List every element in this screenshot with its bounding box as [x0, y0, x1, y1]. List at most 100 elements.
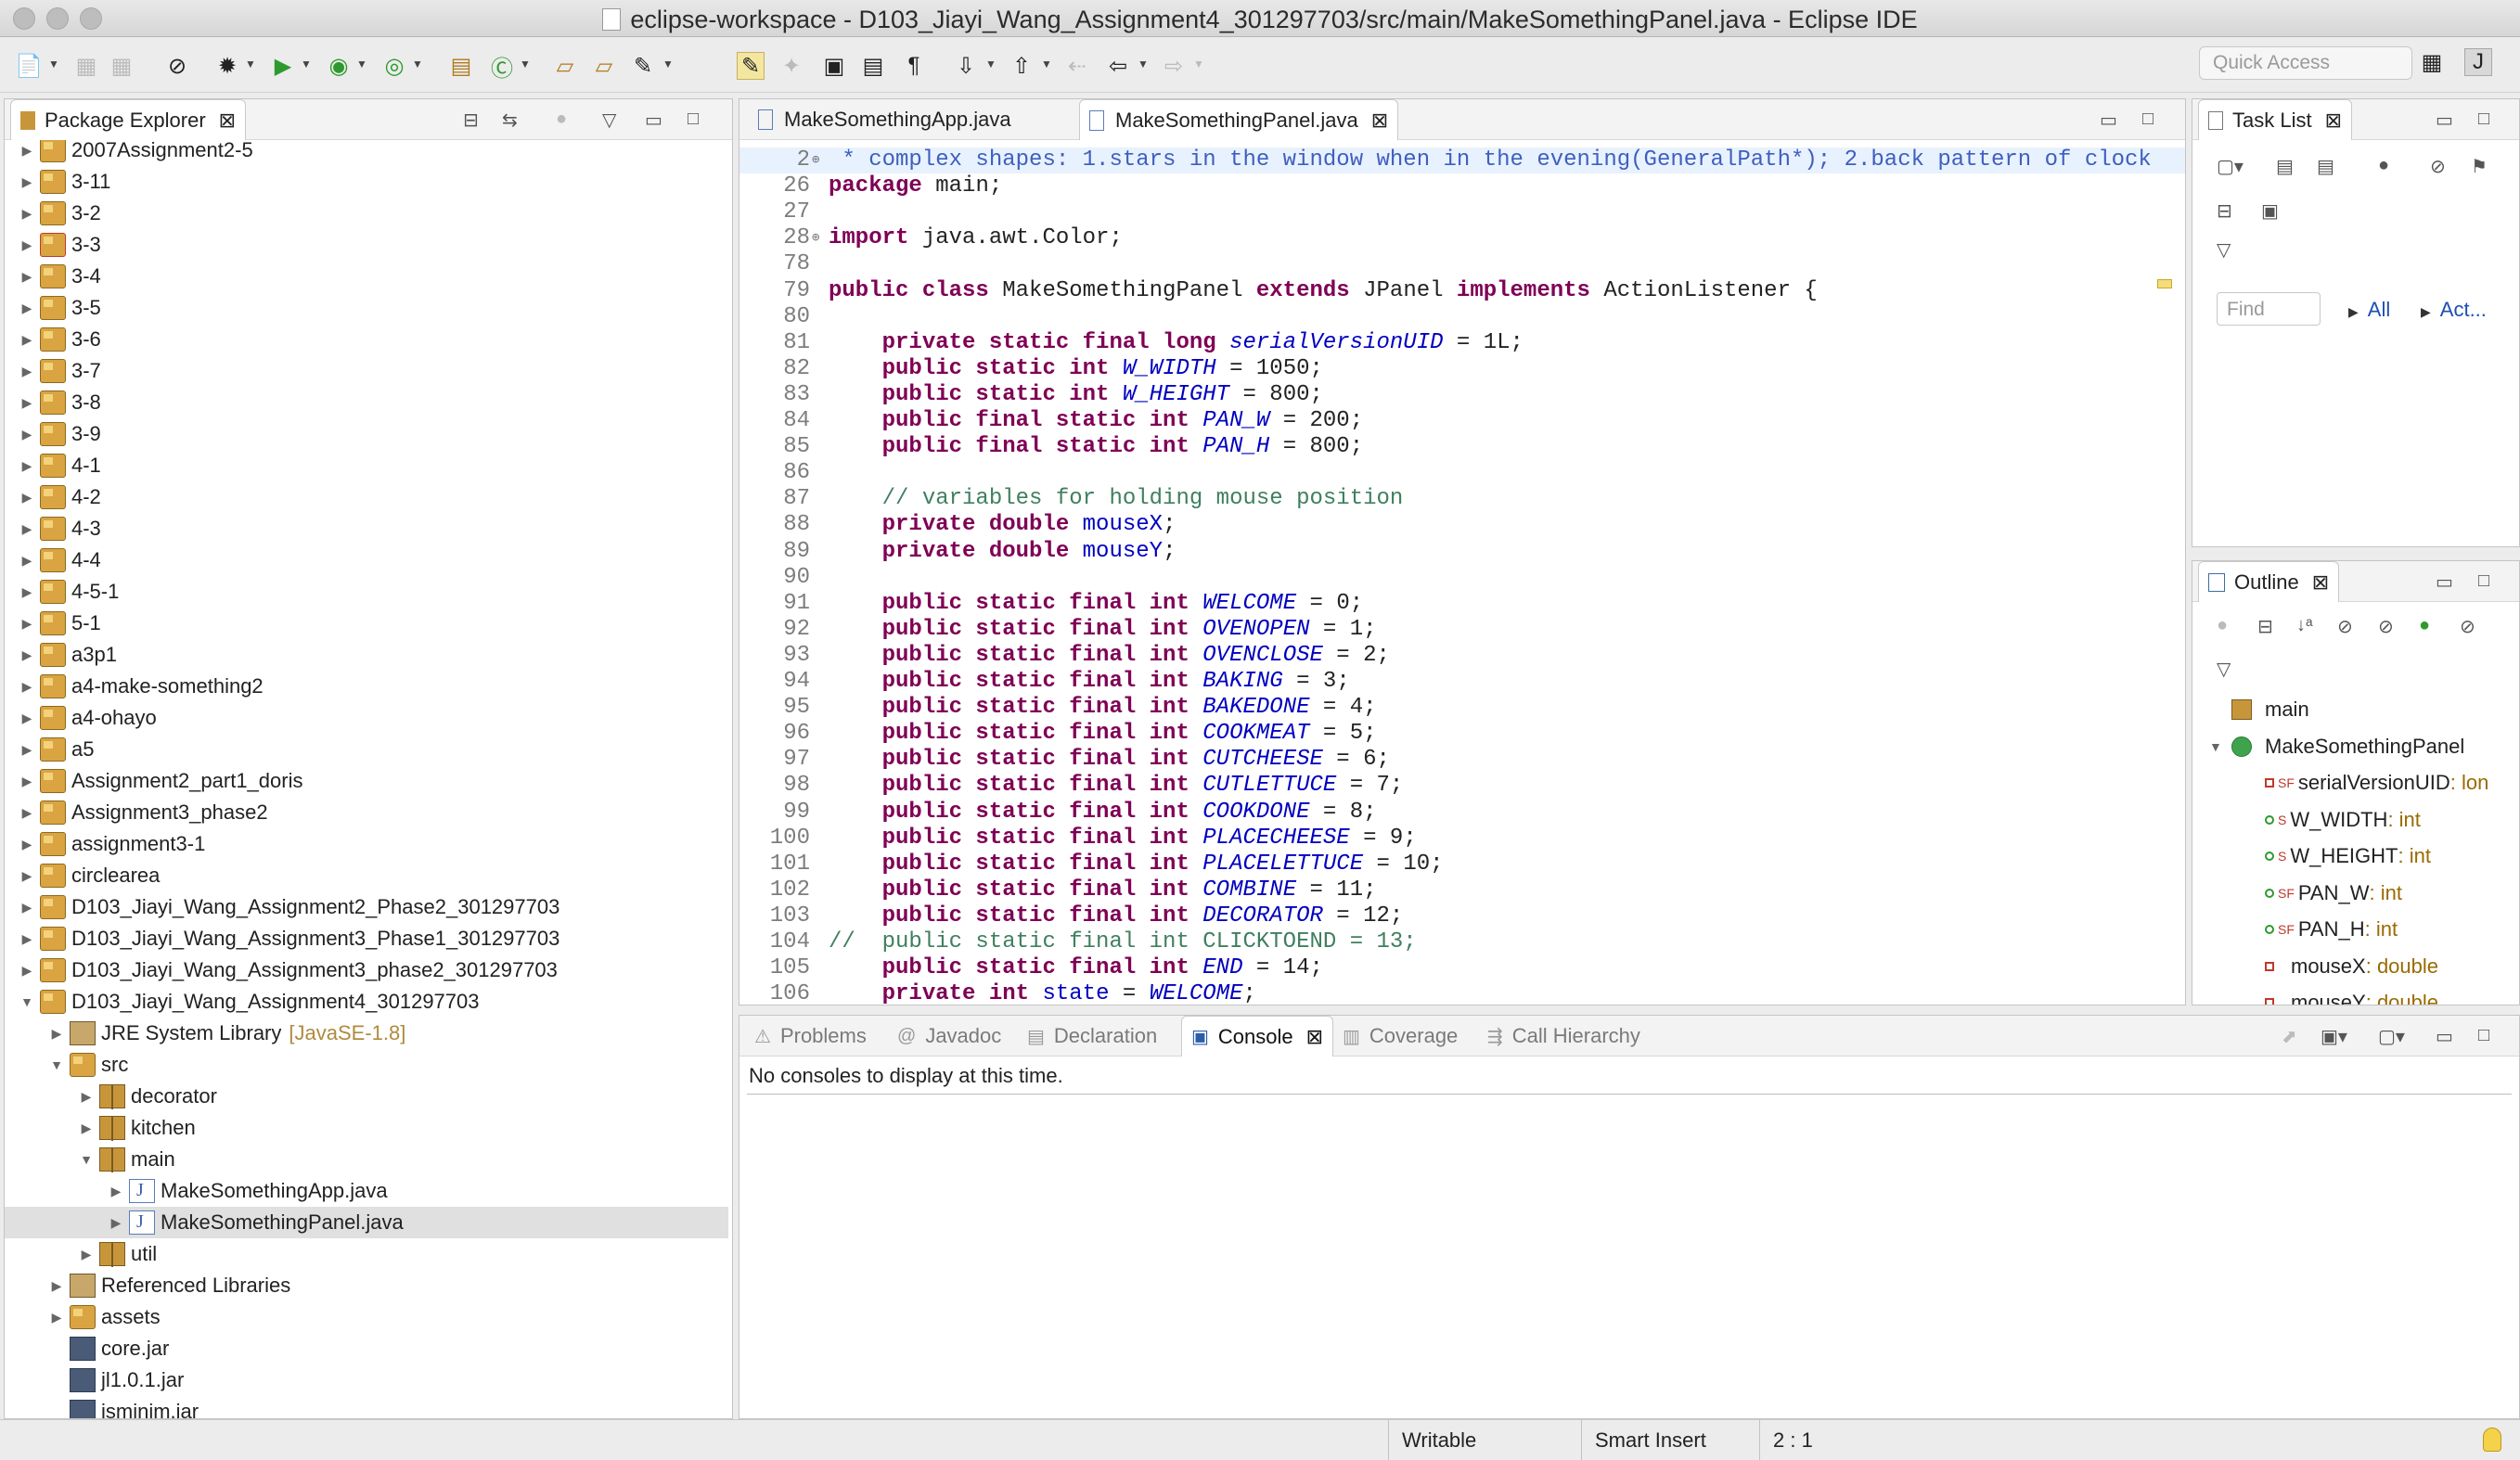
minimize-icon[interactable]: ▭	[2436, 570, 2453, 594]
chevron-right-icon[interactable]: ▶	[109, 1184, 123, 1199]
filter-icon[interactable]: ⊘	[2430, 155, 2446, 178]
code-line[interactable]: 83 public static int W_HEIGHT = 800;	[739, 382, 2185, 408]
minimize-icon[interactable]: ▭	[645, 109, 662, 132]
code-line[interactable]: 92 public static final int OVENOPEN = 1;	[739, 617, 2185, 643]
code-line[interactable]: 27	[739, 199, 2185, 225]
show-tasks-ui-icon[interactable]: ▣	[2261, 199, 2279, 223]
search-icon[interactable]: ✎	[629, 52, 657, 80]
run-icon[interactable]: ▶	[269, 52, 297, 80]
hide-static-icon[interactable]: ⊘	[2378, 615, 2394, 638]
chevron-right-icon[interactable]: ▶	[19, 427, 34, 442]
chevron-right-icon[interactable]: ▶	[19, 174, 34, 190]
tree-item[interactable]: ▶ D103_Jiayi_Wang_Assignment3_Phase1_3012…	[5, 923, 728, 954]
tree-item[interactable]: ▶ 2007Assignment2-5	[5, 140, 728, 166]
maximize-icon[interactable]: □	[2478, 109, 2489, 130]
lightbulb-icon[interactable]	[2483, 1428, 2501, 1452]
tab-coverage[interactable]: ▥ Coverage	[1333, 1016, 1467, 1057]
tab-problems[interactable]: ⚠ Problems	[745, 1016, 876, 1057]
view-menu-icon[interactable]: ▽	[602, 109, 616, 132]
tab-declaration[interactable]: ▤ Declaration	[1018, 1016, 1166, 1057]
tree-item[interactable]: ▶ 3-6	[5, 324, 728, 355]
maximize-icon[interactable]: □	[2478, 1025, 2489, 1046]
tree-item[interactable]: ▶ 3-9	[5, 418, 728, 450]
code-line[interactable]: 104 // public static final int CLICKTOEND…	[739, 929, 2185, 955]
code-line[interactable]: 96 public static final int COOKMEAT = 5;	[739, 721, 2185, 747]
chevron-right-icon[interactable]: ▶	[19, 679, 34, 695]
open-perspective-icon[interactable]: ▦	[2418, 48, 2446, 76]
chevron-right-icon[interactable]: ▶	[79, 1089, 94, 1105]
chevron-right-icon[interactable]: ▶	[19, 742, 34, 758]
code-line[interactable]: 99 public static final int COOKDONE = 8;	[739, 800, 2185, 826]
close-icon[interactable]: ⊠	[2312, 570, 2329, 595]
open-console-icon[interactable]: ▢▾	[2378, 1025, 2405, 1048]
tree-item[interactable]: ▶ a4-make-something2	[5, 671, 728, 702]
code-line[interactable]: 85 public final static int PAN_H = 800;	[739, 434, 2185, 460]
outline-item[interactable]: main	[2192, 695, 2309, 724]
tree-item[interactable]: ▶ 3-4	[5, 261, 728, 292]
chevron-right-icon[interactable]: ▶	[19, 805, 34, 821]
tab-javadoc[interactable]: @ Javadoc	[888, 1016, 1010, 1057]
chevron-right-icon[interactable]: ▶	[19, 837, 34, 852]
outline-item[interactable]: mouseX : double	[2192, 952, 2438, 981]
code-line[interactable]: 100 public static final int PLACECHEESE …	[739, 826, 2185, 852]
tab-call-hierarchy[interactable]: ⇶ Call Hierarchy	[1478, 1016, 1650, 1057]
focus-icon[interactable]: ●	[556, 109, 567, 130]
outline-item[interactable]: S W_HEIGHT : int	[2192, 841, 2431, 871]
tree-item[interactable]: ▶ assets	[5, 1301, 728, 1333]
chevron-right-icon[interactable]: ▶	[79, 1247, 94, 1262]
code-line[interactable]: 97 public static final int CUTCHEESE = 6…	[739, 747, 2185, 773]
tree-item[interactable]: ▶ 3-8	[5, 387, 728, 418]
fold-expand-icon[interactable]: ⊕	[812, 225, 819, 251]
view-menu-icon[interactable]: ▽	[2217, 658, 2231, 681]
chevron-right-icon[interactable]: ▶	[19, 774, 34, 789]
outline-item[interactable]: mouseY : double	[2192, 988, 2438, 1005]
code-line[interactable]: 106 private int state = WELCOME;	[739, 981, 2185, 1005]
new-task-icon[interactable]: ▢▾	[2217, 155, 2244, 178]
tree-item[interactable]: ▶ 3-7	[5, 355, 728, 387]
tree-item[interactable]: jsminim.jar	[5, 1396, 728, 1418]
focus-icon[interactable]: ●	[2378, 155, 2389, 176]
close-icon[interactable]: ⊠	[219, 109, 236, 133]
chevron-right-icon[interactable]: ▶	[19, 458, 34, 474]
chevron-right-icon[interactable]: ▶	[19, 900, 34, 916]
chevron-right-icon[interactable]: ▶	[19, 868, 34, 884]
code-line[interactable]: 78	[739, 251, 2185, 277]
new-java-class-icon[interactable]: Ⓒ	[488, 52, 516, 82]
code-editor[interactable]: 2 ⊕ * complex shapes: 1.stars in the wind…	[739, 140, 2185, 1005]
chevron-right-icon[interactable]: ▶	[19, 616, 34, 632]
forward-icon[interactable]: ⇨	[1160, 52, 1188, 80]
chevron-right-icon[interactable]: ▶	[19, 237, 34, 253]
code-line[interactable]: 80	[739, 304, 2185, 330]
mark-occurrences-icon[interactable]: ✎	[737, 52, 765, 80]
code-line[interactable]: 87 // variables for holding mouse positi…	[739, 486, 2185, 512]
chevron-right-icon[interactable]: ▶	[19, 332, 34, 348]
outline-item[interactable]: S W_WIDTH : int	[2192, 805, 2421, 835]
outline-item[interactable]: SF serialVersionUID : lon	[2192, 768, 2488, 798]
focus-icon[interactable]: ●	[2217, 615, 2228, 636]
tree-item[interactable]: ▶ circlearea	[5, 860, 728, 891]
tree-item[interactable]: ▶ 4-5-1	[5, 576, 728, 608]
code-line[interactable]: 95 public static final int BAKEDONE = 4;	[739, 695, 2185, 721]
categorized-icon[interactable]: ▤	[2276, 155, 2294, 178]
insert-mode-status[interactable]: Smart Insert	[1581, 1420, 1757, 1460]
tree-item[interactable]: ▶ decorator	[5, 1081, 728, 1112]
paragraph-icon[interactable]: ¶	[900, 52, 928, 80]
new-icon[interactable]: 📄	[15, 52, 43, 80]
chevron-right-icon[interactable]: ▶	[19, 647, 34, 663]
tree-item[interactable]: ▼ main	[5, 1144, 728, 1175]
collapse-all-icon[interactable]: ⊟	[2217, 199, 2232, 223]
tree-item[interactable]: ▶ 4-1	[5, 450, 728, 481]
minimize-icon[interactable]: ▭	[2436, 109, 2453, 132]
tab-task-list[interactable]: Task List ⊠	[2198, 99, 2353, 140]
tab-console[interactable]: ▣ Console ⊠	[1181, 1016, 1334, 1057]
filter-all-link[interactable]: ▶ All	[2348, 298, 2390, 322]
tree-item[interactable]: ▶ MakeSomethingPanel.java	[5, 1207, 728, 1238]
code-line[interactable]: 90	[739, 565, 2185, 591]
warning-marker[interactable]	[2157, 279, 2172, 288]
tree-item[interactable]: ▶ MakeSomethingApp.java	[5, 1175, 728, 1207]
tree-item[interactable]: ▶ Referenced Libraries	[5, 1270, 728, 1301]
chevron-right-icon[interactable]: ▶	[19, 490, 34, 506]
tree-item[interactable]: ▶ 3-5	[5, 292, 728, 324]
code-line[interactable]: 81 private static final long serialVersi…	[739, 330, 2185, 356]
chevron-right-icon[interactable]: ▶	[19, 711, 34, 726]
